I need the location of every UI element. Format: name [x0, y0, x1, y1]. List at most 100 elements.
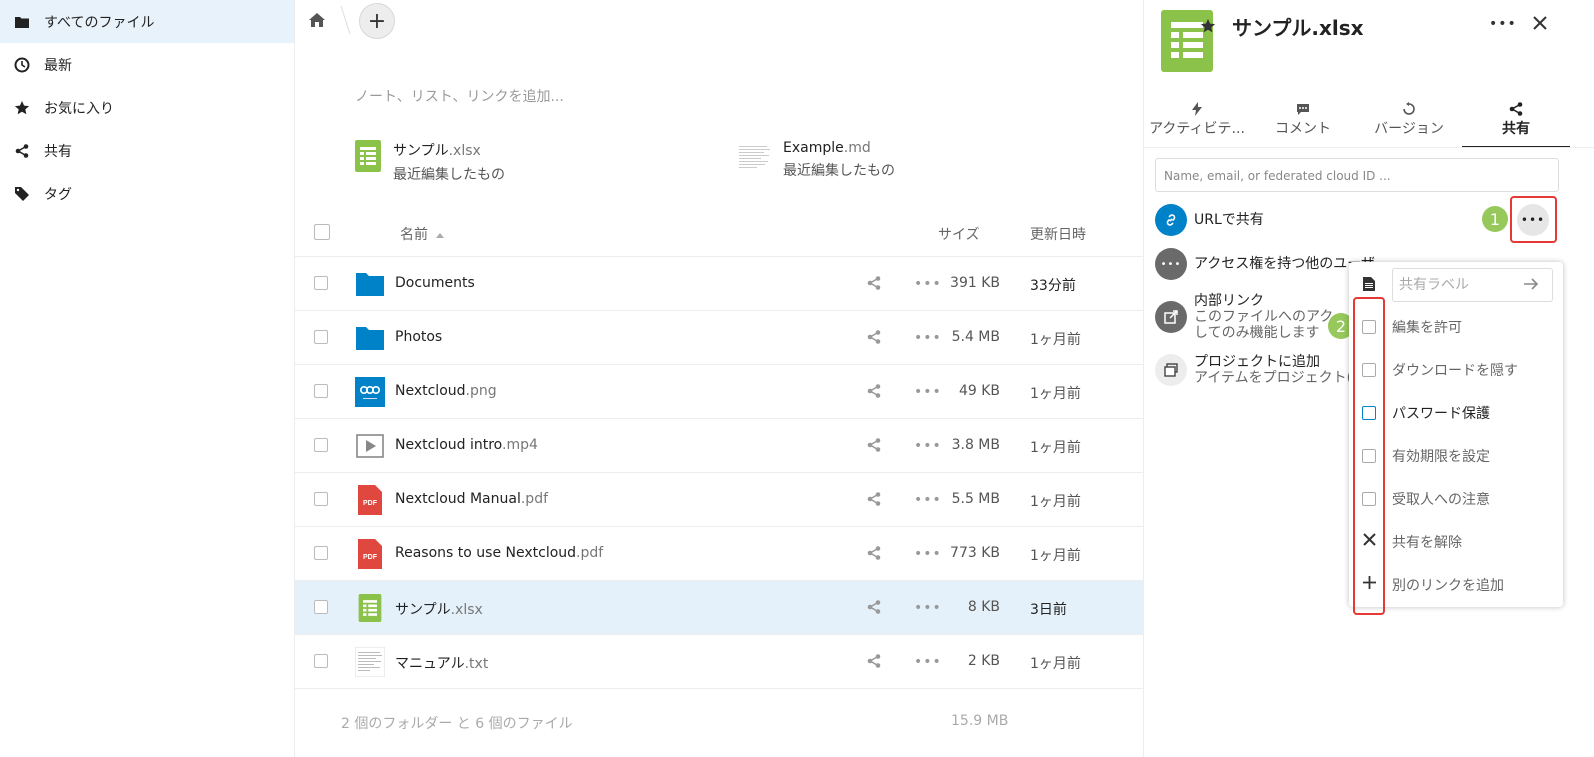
annotation-badge-1: 1 — [1482, 206, 1508, 232]
table-row[interactable]: Photos ••• 5.4 MB 1ヶ月前 — [295, 311, 1143, 365]
file-name[interactable]: Reasons to use Nextcloud.pdf — [395, 545, 603, 561]
panel-tabs: アクティビテ... コメント バージョン 共有 — [1144, 96, 1594, 148]
sidebar-item-label: タグ — [44, 186, 72, 203]
share-link-entry[interactable]: URLで共有 — [1155, 204, 1264, 236]
share-icon[interactable] — [867, 654, 881, 672]
file-size: 49 KB — [958, 383, 1000, 399]
table-row[interactable]: Nextcloud.png ••• 49 KB 1ヶ月前 — [295, 365, 1143, 419]
other-users-access-entry[interactable]: ••• アクセス権を持つ他のユーザ — [1155, 248, 1375, 280]
tag-icon — [14, 186, 30, 202]
more-options-icon[interactable]: ••• — [914, 547, 942, 561]
spreadsheet-icon — [355, 593, 385, 623]
share-search-input[interactable]: Name, email, or federated cloud ID ... — [1155, 158, 1559, 192]
star-icon — [14, 100, 30, 116]
annotation-highlight-2 — [1353, 297, 1385, 615]
file-name[interactable]: サンプル.xlsx — [395, 599, 483, 619]
table-row[interactable]: PDF Reasons to use Nextcloud.pdf ••• 773… — [295, 527, 1143, 581]
more-options-icon[interactable]: ••• — [914, 277, 942, 291]
pdf-file-icon: PDF — [355, 539, 385, 569]
link-icon — [1155, 204, 1187, 236]
sidebar-item-tags[interactable]: タグ — [0, 172, 294, 215]
sidebar-item-shared[interactable]: 共有 — [0, 129, 294, 172]
folder-icon — [355, 323, 385, 353]
more-options-icon[interactable]: ••• — [914, 331, 942, 345]
share-icon[interactable] — [867, 384, 881, 402]
recent-file-sample-xlsx[interactable]: サンプル.xlsx 最近編集したもの — [355, 140, 505, 184]
table-row[interactable]: マニュアル.txt ••• 2 KB 1ヶ月前 — [295, 635, 1143, 689]
tab-versions[interactable]: バージョン — [1356, 96, 1462, 148]
recent-file-example-md[interactable]: Example.md 最近編集したもの — [738, 140, 895, 180]
recent-file-name: Example.md — [783, 140, 871, 156]
more-options-icon[interactable]: ••• — [914, 493, 942, 507]
share-icon[interactable] — [867, 600, 881, 618]
row-checkbox[interactable] — [314, 492, 328, 506]
share-icon[interactable] — [867, 330, 881, 348]
row-checkbox[interactable] — [314, 276, 328, 290]
video-file-icon — [355, 431, 385, 461]
table-row[interactable]: Nextcloud intro.mp4 ••• 3.8 MB 1ヶ月前 — [295, 419, 1143, 473]
table-row[interactable]: Documents ••• 391 KB 33分前 — [295, 257, 1143, 311]
file-name[interactable]: Nextcloud Manual.pdf — [395, 491, 548, 507]
table-row[interactable]: サンプル.xlsx ••• 8 KB 3日前 — [295, 581, 1143, 635]
file-name[interactable]: Nextcloud.png — [395, 383, 497, 399]
internal-link-entry[interactable]: 内部リンク このファイルへのアク してのみ機能します — [1155, 293, 1333, 341]
comment-icon — [1250, 96, 1356, 118]
share-icon[interactable] — [867, 276, 881, 294]
column-date-header[interactable]: 更新日時 — [1030, 224, 1086, 244]
share-icon — [1462, 96, 1570, 118]
row-checkbox[interactable] — [314, 654, 328, 668]
arrow-right-icon[interactable] — [1523, 276, 1539, 296]
folder-icon — [355, 269, 385, 299]
file-modified: 1ヶ月前 — [1030, 332, 1081, 348]
sort-ascending-icon — [436, 232, 444, 238]
tab-comments[interactable]: コメント — [1250, 96, 1356, 148]
file-size: 391 KB — [950, 275, 1000, 291]
rich-workspace-placeholder[interactable]: ノート、リスト、リンクを追加... — [355, 86, 564, 106]
file-size: 773 KB — [950, 545, 1000, 561]
folder-icon — [14, 14, 30, 30]
share-icon[interactable] — [867, 492, 881, 510]
add-to-project-entry[interactable]: プロジェクトに追加 アイテムをプロジェクト( — [1155, 354, 1352, 386]
file-name[interactable]: Photos — [395, 329, 442, 345]
close-icon[interactable] — [1533, 16, 1547, 34]
sidebar-item-recent[interactable]: 最新 — [0, 43, 294, 86]
sidebar-item-label: すべてのファイル — [44, 14, 155, 31]
row-checkbox[interactable] — [314, 600, 328, 614]
sidebar-item-all-files[interactable]: すべてのファイル — [0, 0, 294, 43]
file-name[interactable]: マニュアル.txt — [395, 653, 488, 673]
row-checkbox[interactable] — [314, 546, 328, 560]
file-size: 2 KB — [967, 653, 1000, 669]
table-row[interactable]: PDF Nextcloud Manual.pdf ••• 5.5 MB 1ヶ月前 — [295, 473, 1143, 527]
more-options-icon[interactable]: ••• — [914, 439, 942, 453]
spreadsheet-icon — [355, 140, 381, 172]
more-options-icon[interactable]: ••• — [914, 385, 942, 399]
more-options-icon[interactable]: ••• — [1489, 16, 1517, 32]
more-options-icon[interactable]: ••• — [914, 655, 942, 669]
tab-sharing[interactable]: 共有 — [1462, 96, 1570, 148]
row-checkbox[interactable] — [314, 438, 328, 452]
select-all-checkbox[interactable] — [314, 224, 330, 240]
more-options-icon[interactable]: ••• — [914, 601, 942, 615]
tab-activity[interactable]: アクティビテ... — [1144, 96, 1250, 148]
file-size: 5.5 MB — [951, 491, 1000, 507]
panel-title: サンプル.xlsx — [1232, 16, 1364, 40]
home-icon[interactable] — [309, 12, 325, 32]
share-icon[interactable] — [867, 546, 881, 564]
row-checkbox[interactable] — [314, 330, 328, 344]
file-name[interactable]: Nextcloud intro.mp4 — [395, 437, 538, 453]
sidebar-item-favorites[interactable]: お気に入り — [0, 86, 294, 129]
sidebar-item-label: 最新 — [44, 57, 72, 74]
svg-text:PDF: PDF — [363, 500, 378, 507]
file-name[interactable]: Documents — [395, 275, 475, 291]
favorite-star-icon[interactable] — [1200, 18, 1216, 38]
new-file-button[interactable]: + — [359, 3, 395, 39]
file-modified: 1ヶ月前 — [1030, 440, 1081, 456]
external-link-icon — [1155, 301, 1187, 333]
share-icon[interactable] — [867, 438, 881, 456]
recent-file-name: サンプル.xlsx — [393, 143, 481, 159]
tabs-divider — [1144, 147, 1594, 148]
text-document-icon — [738, 140, 771, 172]
column-size-header[interactable]: サイズ — [938, 224, 980, 244]
column-name-header[interactable]: 名前 — [400, 224, 444, 244]
row-checkbox[interactable] — [314, 384, 328, 398]
